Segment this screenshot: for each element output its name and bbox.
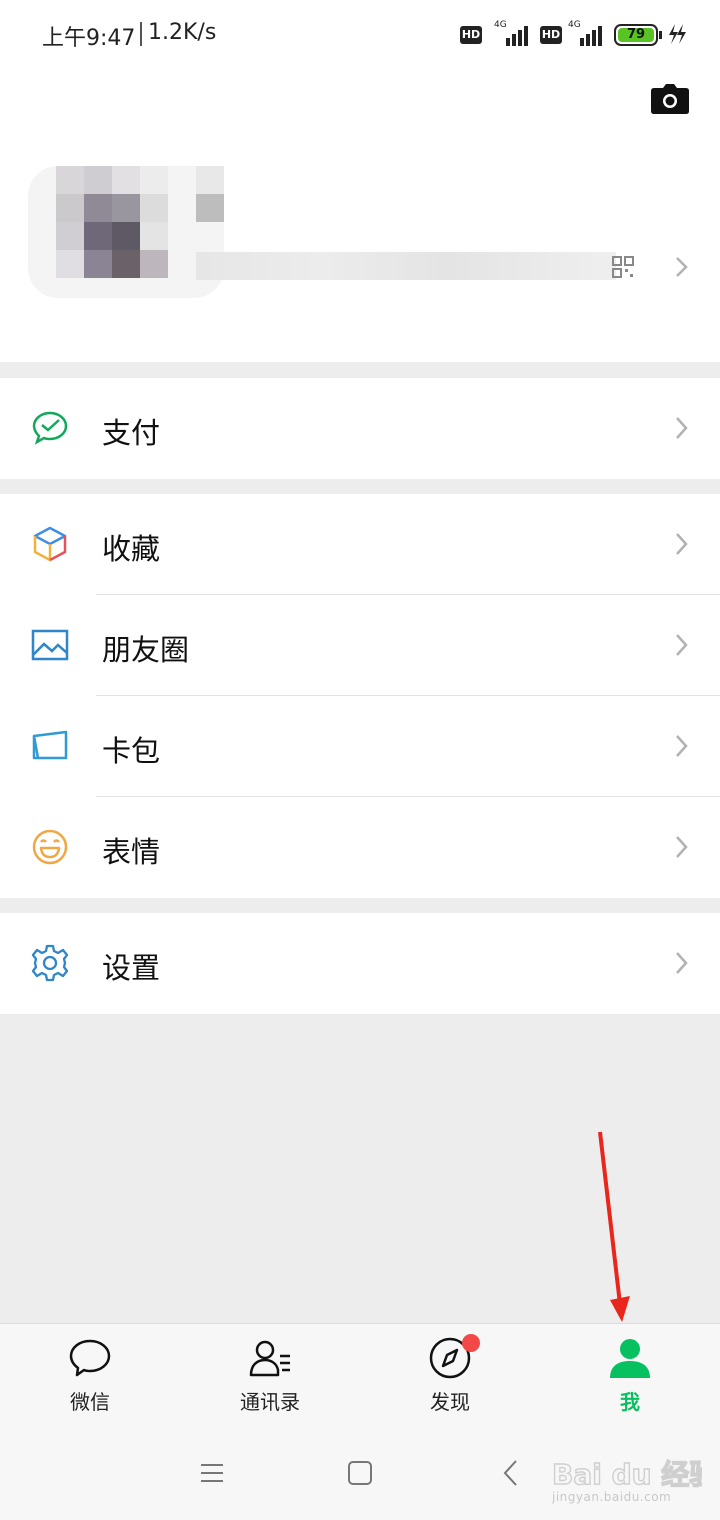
status-time: 上午9:47 (42, 26, 136, 51)
hd-icon-2: HD (540, 26, 562, 44)
back-chevron-icon[interactable] (496, 1457, 528, 1489)
tab-chats[interactable]: 微信 (0, 1324, 180, 1426)
discover-badge-dot (462, 1334, 480, 1352)
bottom-tab-bar: 微信 通讯录 发现 我 (0, 1323, 720, 1425)
card-wallet-icon (32, 730, 68, 760)
chat-bubble-icon (69, 1339, 111, 1377)
hd-icon: HD (460, 26, 482, 44)
signal-icon: 4G (492, 20, 534, 46)
menu-item-favorites[interactable]: 收藏 (0, 494, 720, 595)
menu-icon[interactable] (196, 1457, 228, 1489)
tab-label: 通讯录 (240, 1390, 300, 1414)
battery-level: 79 (618, 28, 654, 42)
person-icon (610, 1339, 650, 1378)
watermark-url: jingyan.baidu.com (552, 1490, 672, 1504)
menu-group-settings: 设置 (0, 913, 720, 1014)
chevron-right-icon (676, 257, 688, 277)
tab-label: 我 (620, 1390, 640, 1414)
menu-item-label: 卡包 (102, 734, 161, 768)
sticker-smile-icon (32, 829, 68, 865)
tab-contacts[interactable]: 通讯录 (180, 1324, 360, 1426)
tab-label: 微信 (70, 1390, 110, 1414)
status-separator (140, 22, 142, 46)
tab-discover[interactable]: 发现 (360, 1324, 540, 1426)
tab-me[interactable]: 我 (540, 1324, 720, 1426)
menu-item-label: 收藏 (102, 532, 161, 566)
menu-item-stickers[interactable]: 表情 (0, 797, 720, 898)
menu-item-label: 设置 (102, 951, 161, 985)
settings-gear-icon (31, 944, 69, 982)
pay-icon (32, 411, 68, 445)
menu-item-pay[interactable]: 支付 (0, 378, 720, 479)
menu-group-pay: 支付 (0, 378, 720, 479)
menu-item-card-wallet[interactable]: 卡包 (0, 696, 720, 797)
avatar[interactable] (28, 166, 224, 298)
home-square-icon[interactable] (344, 1457, 376, 1489)
menu-item-settings[interactable]: 设置 (0, 913, 720, 1014)
status-bar: 上午9:47 1.2K/s HD 4G HD 4G 79 (0, 0, 720, 70)
menu-group-main: 收藏 朋友圈 卡包 表情 (0, 494, 720, 898)
qr-code-icon[interactable] (612, 256, 634, 278)
tab-label: 发现 (430, 1390, 470, 1414)
menu-item-label: 朋友圈 (102, 633, 190, 667)
moments-picture-icon (31, 629, 69, 661)
menu-item-label: 表情 (102, 835, 161, 869)
signal-icon-2: 4G (566, 20, 608, 46)
svg-text:Bai du 经验: Bai du 经验 (552, 1458, 702, 1491)
wechat-id-blurred (196, 252, 616, 280)
camera-icon[interactable] (651, 84, 689, 114)
chevron-right-icon (676, 634, 688, 656)
battery-icon: 79 (614, 24, 662, 46)
profile-header[interactable] (0, 70, 720, 362)
chevron-right-icon (676, 952, 688, 974)
annotation-arrow (598, 1131, 630, 1322)
chevron-right-icon (676, 417, 688, 439)
contacts-icon (249, 1340, 290, 1377)
menu-item-moments[interactable]: 朋友圈 (0, 595, 720, 696)
network-speed: 1.2K/s (148, 20, 217, 45)
menu-item-label: 支付 (102, 416, 161, 450)
chevron-right-icon (676, 533, 688, 555)
chevron-right-icon (676, 735, 688, 757)
chevron-right-icon (676, 836, 688, 858)
favorites-cube-icon (33, 526, 67, 562)
charging-icon (666, 22, 690, 52)
